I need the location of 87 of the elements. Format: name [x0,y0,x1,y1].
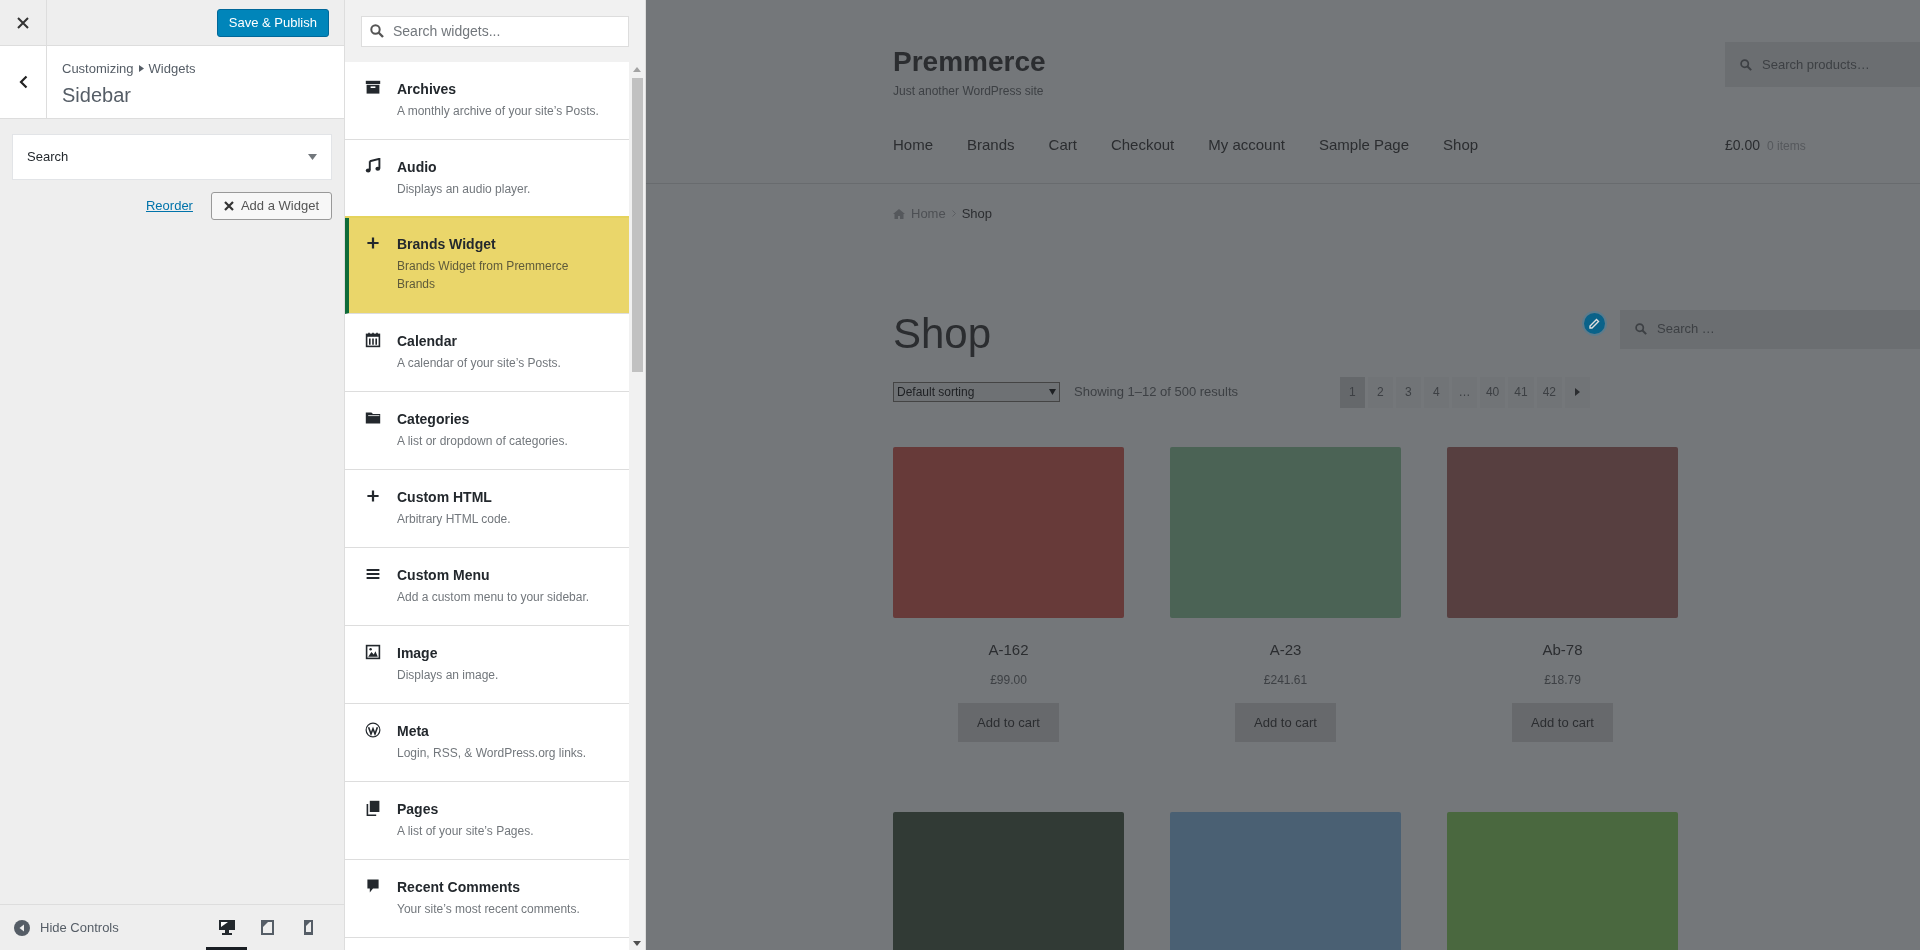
widget-description: Login, RSS, & WordPress.org links. [397,745,587,762]
widget-title: Image [397,644,438,663]
nav-link[interactable]: Cart [1048,133,1077,157]
edit-shortcut-button[interactable] [1582,310,1607,336]
music-note-icon [365,158,381,174]
nav-link[interactable]: Brands [967,133,1015,157]
nav-link[interactable]: Checkout [1110,133,1175,157]
breadcrumb-text: Shop [961,205,993,223]
breadcrumb-text: Widgets [148,60,196,78]
widget-title: Calendar [397,332,457,351]
product-name[interactable]: A-162 [988,638,1029,661]
widget-description: Arbitrary HTML code. [397,511,511,528]
hide-controls-button[interactable]: Hide Controls [0,917,119,938]
plus-icon [365,488,381,504]
add-to-cart-button[interactable]: Add to cart [958,703,1059,742]
scroll-up-icon[interactable] [633,67,641,72]
search-icon [1740,58,1752,71]
widget-description: A list or dropdown of categories. [397,433,568,450]
nav-link[interactable]: Shop [1443,133,1479,157]
cart-total[interactable]: £0.00 [1725,134,1761,156]
plus-icon [365,235,381,251]
nav-link[interactable]: Sample Page [1318,133,1410,157]
back-icon [18,75,28,89]
widget-title: Archives [397,80,457,99]
product-image[interactable] [893,812,1124,950]
folder-icon [365,410,381,426]
search-icon [1635,323,1647,335]
reorder-link[interactable]: Reorder [146,196,193,216]
product-name[interactable]: Ab-78 [1542,638,1583,661]
widget-header[interactable]: Search [12,134,332,180]
widget-title: Brands Widget [397,235,496,254]
nav-link[interactable]: My account [1208,133,1285,157]
breadcrumb-separator-icon [138,65,144,73]
widget-description: Brands Widget from Premmerce Brands [397,258,570,293]
caret-icon [308,154,317,160]
comment-icon [365,878,381,894]
circle-logo-icon [365,722,381,738]
scroll-down-icon[interactable] [633,941,641,946]
close-icon [223,201,234,211]
widget-description: Displays an audio player. [397,181,531,198]
widget-title: Recent Comments [397,878,520,897]
widget-description: A monthly archive of your site’s Posts. [397,103,599,120]
widget-list-item[interactable]: Brands Widget Brands Widget from Premmerce Brands [345,218,630,314]
sorting-dropdown[interactable]: Default sorting [893,382,1060,402]
home-icon [893,208,905,219]
tablet-icon [261,920,274,935]
widget-description: Add a custom menu to your sidebar. [397,589,590,606]
dropdown-arrow-icon [1049,389,1056,395]
search-icon [370,23,384,38]
save-publish-button[interactable]: Save & Publish [216,8,329,37]
product-image[interactable] [1170,446,1401,618]
widget-title: Meta [397,722,429,741]
widget-title: Audio [397,158,437,177]
widget-description: A list of your site’s Pages. [397,823,534,840]
desktop-icon [218,920,235,935]
widget-title: Categories [397,410,470,429]
widget-description: A calendar of your site’s Posts. [397,355,561,372]
widget-title: Pages [397,800,439,819]
pencil-icon [1589,317,1600,329]
widget-title: Custom Menu [397,566,490,585]
collapse-icon [14,919,30,936]
section-title: Sidebar [62,82,132,108]
chevron-icon [951,210,956,218]
widget-search-field[interactable]: Search widgets... [361,15,629,47]
add-widget-button[interactable]: Add a Widget [210,192,332,220]
widget-description: Displays an image. [397,667,499,684]
widget-title: Custom HTML [397,488,492,507]
site-title[interactable]: Premmerce [893,46,1725,78]
page-title: Shop [893,309,993,358]
breadcrumb-text: Customizing [62,60,134,78]
add-to-cart-button[interactable]: Add to cart [1512,703,1613,742]
archive-icon [365,80,381,96]
menu-icon [365,566,381,582]
nav-link[interactable]: Home [893,133,933,157]
add-to-cart-button[interactable]: Add to cart [1235,703,1336,742]
image-icon [365,644,381,660]
widget-description: Your site’s most recent comments. [397,901,580,918]
product-image[interactable] [1170,812,1401,950]
product-image[interactable] [1447,446,1678,618]
product-name[interactable]: A-23 [1269,638,1302,661]
calendar-icon [365,332,381,348]
close-icon [17,16,29,29]
next-arrow-icon [1575,388,1580,396]
product-image[interactable] [893,446,1124,618]
product-image[interactable] [1447,812,1678,950]
mobile-icon [304,920,313,935]
pages-icon [365,800,381,816]
